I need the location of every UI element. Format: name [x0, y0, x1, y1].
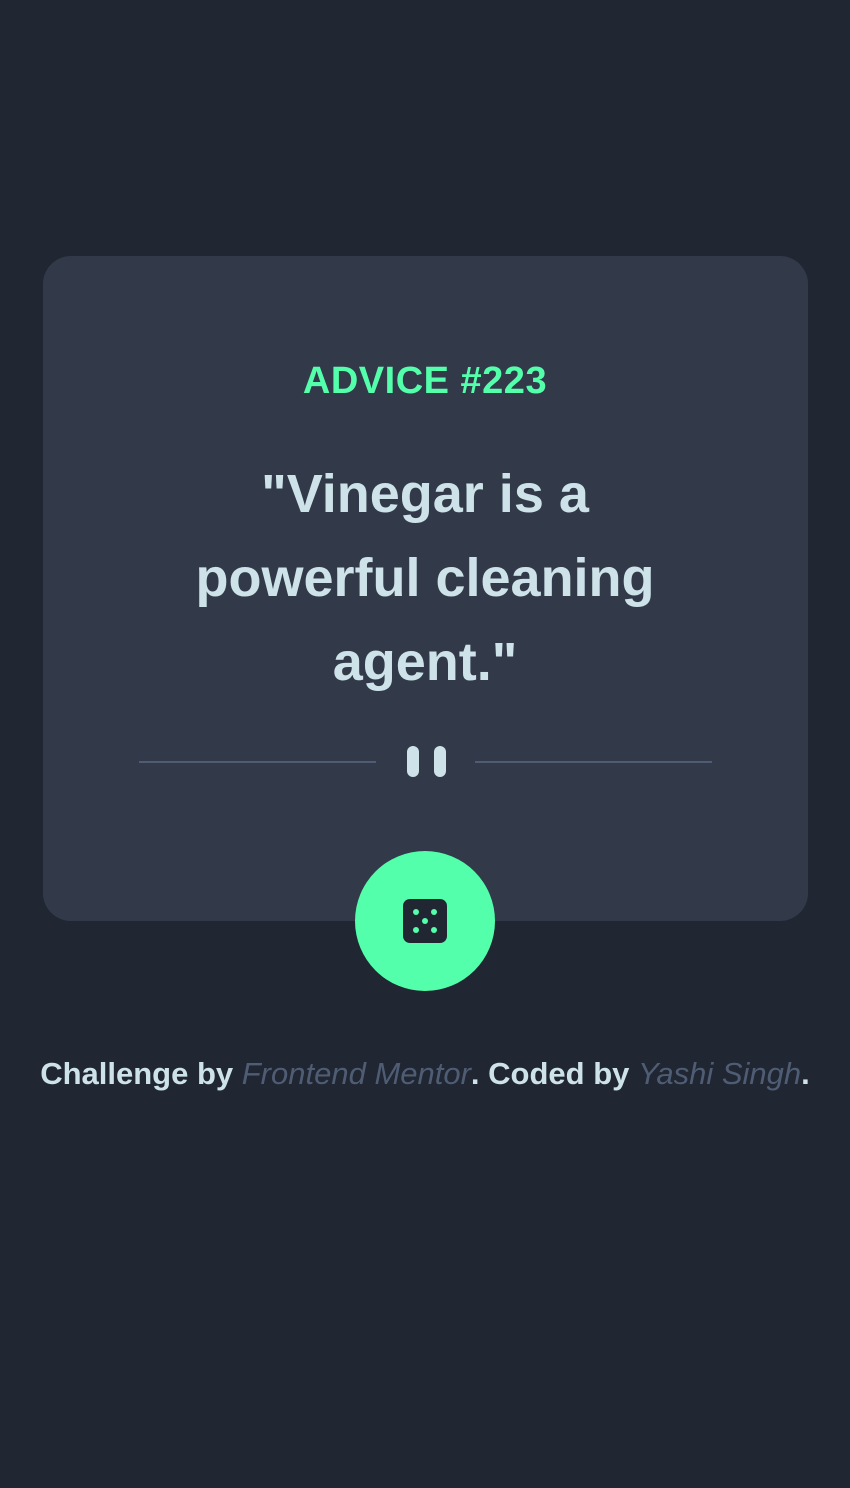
coded-prefix: . Coded by: [470, 1056, 638, 1091]
advice-number: ADVICE #223: [302, 360, 548, 402]
author-link[interactable]: Yashi Singh: [638, 1056, 801, 1091]
pause-bar-left: [407, 746, 419, 777]
frontend-mentor-link[interactable]: Frontend Mentor: [242, 1056, 471, 1091]
challenge-prefix: Challenge by: [40, 1056, 242, 1091]
attribution-footer: Challenge by Frontend Mentor. Coded by Y…: [0, 1054, 850, 1094]
dice-icon: [403, 899, 447, 943]
advice-quote: "Vinegar is a powerful cleaning agent.": [195, 464, 655, 692]
footer-suffix: .: [801, 1056, 810, 1091]
pause-bar-right: [434, 746, 446, 777]
divider-line-left: [139, 761, 376, 763]
new-advice-button[interactable]: [355, 851, 495, 991]
divider-line-right: [475, 761, 712, 763]
